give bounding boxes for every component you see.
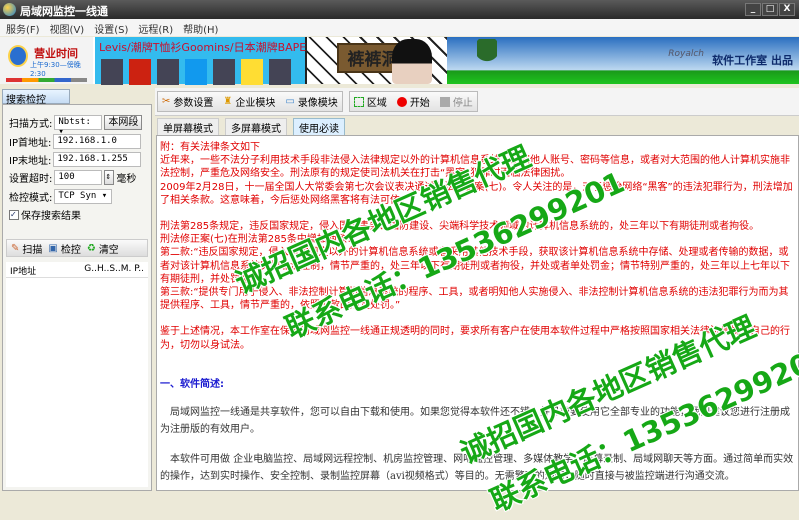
close-button[interactable]: X bbox=[779, 3, 795, 16]
main-toolbar: ✂ 参数设置 ♜ 企业模块 ▭ 录像模块 区域 开始 停止 bbox=[155, 88, 799, 116]
monitor-button[interactable]: ▣ 检控 bbox=[48, 241, 80, 256]
tools-icon: ✂ bbox=[162, 96, 171, 107]
mode-value: TCP Syn bbox=[58, 191, 97, 201]
record-dot-icon bbox=[396, 96, 407, 107]
recycle-icon: ♻ bbox=[86, 242, 96, 254]
tab-search-monitor[interactable]: 搜索检控 bbox=[2, 89, 70, 106]
legal-heading: 附：有关法律条文如下 bbox=[160, 142, 260, 153]
timeout-spinner[interactable]: ⇕ bbox=[104, 170, 115, 185]
main-area: ✂ 参数设置 ♜ 企业模块 ▭ 录像模块 区域 开始 停止 单屏幕模式 多屏幕模式 使… bbox=[155, 88, 799, 491]
window-title: 局域网监控一线通 bbox=[20, 5, 108, 18]
hours-text: 上午9:30—傍晚2:30 bbox=[30, 61, 81, 78]
studio-credit: 软件工作室 出品 bbox=[712, 54, 793, 67]
signature: Royalch bbox=[668, 49, 704, 59]
legal-paragraph: 鉴于上述情况，本工作室在保证局域网监控一线通正规透明的同时，要求所有客户在使用本… bbox=[160, 326, 790, 351]
results-header: IP地址 G..H..S..M. P.. bbox=[6, 262, 148, 278]
region-button[interactable]: 区域 bbox=[353, 94, 387, 109]
scan-toolbar: ✎ 扫描 ▣ 检控 ♻ 清空 bbox=[6, 239, 148, 257]
params-button[interactable]: ✂ 参数设置 bbox=[162, 94, 213, 109]
stop-label: 停止 bbox=[452, 98, 473, 109]
camera-icon: ▭ bbox=[285, 96, 295, 107]
section-heading: 一、软件简述: bbox=[160, 378, 224, 390]
ip-start-label: IP首地址: bbox=[9, 138, 52, 149]
intro-paragraph: 本软件可用做 企业电脑监控、局域网远程控制、机房监控管理、网吧监控管理、多媒体教… bbox=[160, 454, 794, 483]
studio-banner: Royalch 软件工作室 出品 bbox=[447, 37, 799, 84]
save-results-label: 保存搜索结果 bbox=[21, 211, 81, 222]
local-segment-button[interactable]: 本网段 bbox=[104, 115, 143, 130]
mode-label: 检控模式: bbox=[9, 193, 53, 204]
model-photo bbox=[392, 39, 432, 84]
timeout-input[interactable]: 100 bbox=[54, 170, 103, 185]
scan-mode-label: 扫描方式: bbox=[9, 119, 53, 130]
ip-end-label: IP末地址: bbox=[9, 156, 52, 167]
business-hours-ad[interactable]: 营业时间 上午9:30—傍晚2:30 bbox=[0, 37, 95, 84]
clothing-ad[interactable]: Levis/潮牌T恤衫Goomins/日本潮牌BAPE bbox=[95, 37, 307, 87]
menu-service[interactable]: 服务(F) bbox=[6, 21, 40, 36]
app-logo-icon bbox=[3, 3, 16, 16]
ip-end-input[interactable]: 192.168.1.255 bbox=[53, 152, 142, 167]
menu-settings[interactable]: 设置(S) bbox=[94, 21, 128, 36]
legal-paragraph: 刑法修正案(七)在刑法第285条中增加两款： bbox=[160, 234, 357, 246]
legal-paragraph: 第三款:“提供专门用于侵入、非法控制计算机信息系统的程序、工具，或者明知他人实施… bbox=[160, 287, 789, 312]
region-icon bbox=[353, 96, 364, 107]
clear-label: 清空 bbox=[98, 244, 119, 256]
region-label: 区域 bbox=[366, 98, 387, 109]
mode-select[interactable]: TCP Syn ▾ bbox=[54, 189, 113, 204]
readme-content[interactable]: 附：有关法律条文如下 近年来，一些不法分子利用技术手段非法侵入法律规定以外的计算… bbox=[156, 135, 799, 491]
menu-view[interactable]: 视图(V) bbox=[50, 21, 85, 36]
ad-banner[interactable]: 营业时间 上午9:30—傍晚2:30 Levis/潮牌T恤衫Goomins/日本… bbox=[0, 37, 799, 87]
stop-icon bbox=[439, 96, 450, 107]
col-ip[interactable]: IP地址 bbox=[10, 264, 36, 277]
timeout-label: 设置超时: bbox=[9, 174, 53, 185]
save-results-checkbox[interactable]: ✓ bbox=[9, 209, 19, 220]
enterprise-button[interactable]: ♜ 企业模块 bbox=[223, 94, 275, 109]
scan-mode-value: Nbtst: bbox=[58, 117, 91, 127]
hours-title: 营业时间 bbox=[34, 47, 78, 60]
start-button[interactable]: 开始 bbox=[396, 94, 430, 109]
color-stripe bbox=[6, 78, 87, 82]
clear-button[interactable]: ♻ 清空 bbox=[87, 241, 119, 256]
clothing-images bbox=[95, 57, 305, 87]
ip-start-input[interactable]: 192.168.1.0 bbox=[53, 134, 142, 149]
search-panel: 搜索检控 扫描方式: Nbtst: ▾ 本网段 IP首地址: 192.168.1… bbox=[0, 88, 153, 491]
scan-button[interactable]: ✎ 扫描 bbox=[11, 241, 42, 256]
shop-sign-ad[interactable]: 裤裤洞 bbox=[307, 37, 447, 84]
shop-title: Levis/潮牌T恤衫Goomins/日本潮牌BAPE bbox=[99, 41, 307, 54]
menu-remote[interactable]: 远程(R) bbox=[138, 21, 173, 36]
tree-image bbox=[477, 39, 497, 71]
scan-icon: ✎ bbox=[11, 242, 20, 254]
maximize-button[interactable]: □ bbox=[762, 3, 778, 16]
menu-bar: 服务(F) 视图(V) 设置(S) 远程(R) 帮助(H) bbox=[0, 19, 799, 36]
legal-paragraph: 近年来，一些不法分子利用技术手段非法侵入法律规定以外的计算机信息系统，窃取他人账… bbox=[160, 155, 790, 180]
minimize-button[interactable]: _ bbox=[745, 3, 761, 16]
stop-button[interactable]: 停止 bbox=[439, 94, 473, 109]
record-label: 录像模块 bbox=[297, 98, 338, 109]
scan-mode-select[interactable]: Nbtst: ▾ bbox=[54, 115, 103, 137]
monitor-icon: ▣ bbox=[48, 242, 58, 254]
legal-paragraph: 2009年2月28日，十一届全国人大常委会第七次会议表决通过刑法修正案(七)。令… bbox=[160, 181, 793, 206]
legal-paragraph: 刑法第285条规定，违反国家规定，侵入国家事务、国防建设、尖端科学技术领域的计算… bbox=[160, 221, 760, 233]
col-flags[interactable]: G..H..S..M. P.. bbox=[84, 264, 144, 275]
timeout-unit: 毫秒 bbox=[116, 174, 137, 185]
title-bar: 局域网监控一线通 _ □ X bbox=[0, 0, 799, 19]
enterprise-label: 企业模块 bbox=[235, 98, 276, 109]
enterprise-icon: ♜ bbox=[223, 96, 233, 107]
params-label: 参数设置 bbox=[173, 98, 214, 109]
record-button[interactable]: ▭ 录像模块 bbox=[285, 94, 337, 109]
start-label: 开始 bbox=[409, 98, 430, 109]
legal-paragraph: 第二款:“违反国家规定，侵入前款规定以外的计算机信息系统或者采用其他技术手段，获… bbox=[160, 247, 790, 285]
monitor-label: 检控 bbox=[60, 244, 81, 256]
menu-help[interactable]: 帮助(H) bbox=[183, 21, 218, 36]
alarm-clock-icon bbox=[8, 45, 28, 67]
results-list[interactable] bbox=[6, 278, 148, 487]
intro-paragraph: 局域网监控一线通是共享软件，您可以自由下载和使用。如果您觉得本软件还不错，并且想… bbox=[160, 407, 790, 436]
scan-label: 扫描 bbox=[22, 244, 43, 256]
